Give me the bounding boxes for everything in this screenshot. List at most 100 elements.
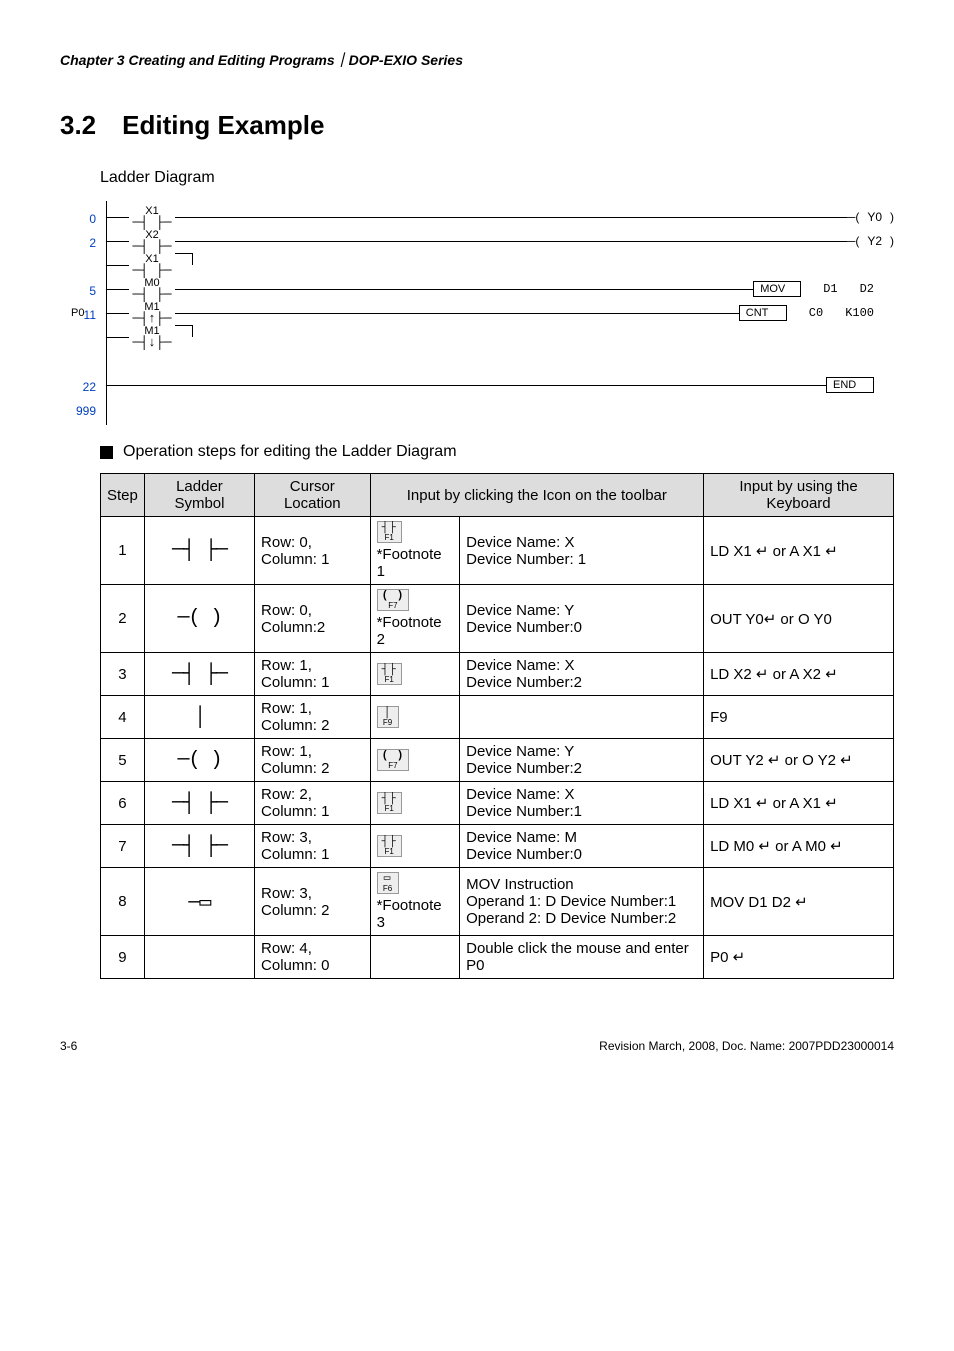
cell-cursor: Row: 1, Column: 1 [255, 653, 371, 696]
cell-symbol: ─┤ ├─ [144, 782, 254, 825]
ladder-line-num [60, 327, 106, 351]
toolbar-icon[interactable]: ┤├F1 [377, 835, 402, 857]
toolbar-icon[interactable]: │F9 [377, 706, 399, 728]
cell-icon: │F9 [370, 696, 460, 739]
cell-keyboard: F9 [704, 696, 894, 739]
instr-arg: D2 [860, 282, 874, 296]
table-row: 6─┤ ├─Row: 2, Column: 1┤├F1Device Name: … [101, 782, 894, 825]
cell-keyboard: MOV D1 D2 ↵ [704, 868, 894, 936]
table-row: 7─┤ ├─Row: 3, Column: 1 ┤├F1 Device Name: … [101, 825, 894, 868]
ladder-line-num: 22 [60, 375, 106, 399]
cell-keyboard: OUT Y0↵ or O Y0 [704, 585, 894, 653]
cell-icon: ┤├F1 [370, 782, 460, 825]
instruction-box-mov: MOV D1 D2 [753, 281, 874, 297]
footer-doc: Revision March, 2008, Doc. Name: 2007PDD… [599, 1039, 894, 1053]
cell-keyboard: LD X1 ↵ or A X1 ↵ [704, 782, 894, 825]
cell-cursor: Row: 0, Column: 1 [255, 517, 371, 585]
cell-step: 4 [101, 696, 145, 739]
ladder-rungs: X1─┤ ├─ ─(Y0) X2─┤ ├─ ─(Y2) X1─┤ ├─ M0─┤… [106, 201, 894, 425]
cell-step: 3 [101, 653, 145, 696]
toolbar-icon[interactable]: ┤├F1 [377, 521, 402, 543]
no-contact-icon: ─┤ ├─ [132, 217, 171, 229]
cell-icon: ( )F7 [370, 739, 460, 782]
ladder-line-num: 5 [60, 279, 106, 303]
cell-cursor: Row: 2, Column: 1 [255, 782, 371, 825]
cell-detail: Device Name: Y Device Number:2 [460, 739, 704, 782]
table-row: 3─┤ ├─Row: 1, Column: 1 ┤├F1 Device Name: … [101, 653, 894, 696]
cell-cursor: Row: 1, Column: 2 [255, 696, 371, 739]
instr-arg: K100 [845, 306, 874, 320]
cell-step: 7 [101, 825, 145, 868]
cell-icon: ┤├F1 [370, 653, 460, 696]
cell-cursor: Row: 4, Column: 0 [255, 936, 371, 979]
page-footer: 3-6 Revision March, 2008, Doc. Name: 200… [60, 1039, 894, 1053]
cell-cursor: Row: 1, Column: 2 [255, 739, 371, 782]
cell-icon: ┤├F1*Footnote 1 [370, 517, 460, 585]
table-row: 9Row: 4, Column: 0Double click the mouse… [101, 936, 894, 979]
cell-detail: Device Name: Y Device Number:0 [460, 585, 704, 653]
ladder-line-num [60, 351, 106, 375]
ladder-line-num: 999 [60, 399, 106, 423]
col-cursor: Cursor Location [255, 474, 371, 517]
cell-icon: ( )F7*Footnote 2 [370, 585, 460, 653]
cell-icon: ▭F6*Footnote 3 [370, 868, 460, 936]
instr-op: CNT [739, 305, 787, 321]
cell-symbol: ─┤ ├─ [144, 517, 254, 585]
steps-table: Step Ladder Symbol Cursor Location Input… [100, 473, 894, 979]
col-step: Step [101, 474, 145, 517]
cell-detail: Double click the mouse and enter P0 [460, 936, 704, 979]
section-title: 3.2 Editing Example [60, 110, 894, 141]
falling-edge-icon: ─┤↓├─ [132, 337, 171, 349]
cell-cursor: Row: 3, Column: 1 [255, 825, 371, 868]
bullet-text: Operation steps for editing the Ladder D… [123, 443, 457, 461]
cell-keyboard: LD X1 ↵ or A X1 ↵ [704, 517, 894, 585]
cell-icon [370, 936, 460, 979]
table-row: 2─( )Row: 0, Column:2( )F7*Footnote 2Dev… [101, 585, 894, 653]
cell-step: 5 [101, 739, 145, 782]
cell-symbol: ─┤ ├─ [144, 653, 254, 696]
no-contact-icon: ─┤ ├─ [132, 241, 171, 253]
instruction-box-cnt: CNT C0 K100 [739, 305, 874, 321]
col-symbol: Ladder Symbol [144, 474, 254, 517]
square-bullet-icon [100, 446, 113, 459]
cell-keyboard: OUT Y2 ↵ or O Y2 ↵ [704, 739, 894, 782]
section-number: 3.2 [60, 110, 96, 141]
cell-keyboard: LD M0 ↵ or A M0 ↵ [704, 825, 894, 868]
ladder-line-num: 2 [60, 231, 106, 255]
toolbar-icon[interactable]: ┤├F1 [377, 663, 402, 685]
subhead-ladder-diagram: Ladder Diagram [100, 169, 894, 187]
coil-label: Y2 [867, 234, 882, 248]
p-label: P0 [71, 307, 84, 319]
toolbar-icon[interactable]: ( )F7 [377, 749, 410, 771]
cell-symbol: ─( ) [144, 585, 254, 653]
toolbar-icon[interactable]: ▭F6 [377, 872, 399, 894]
cell-cursor: Row: 0, Column:2 [255, 585, 371, 653]
instr-end: END [826, 377, 874, 393]
coil-label: Y0 [867, 210, 882, 224]
ladder-line-num [60, 255, 106, 279]
cell-keyboard: LD X2 ↵ or A X2 ↵ [704, 653, 894, 696]
cell-detail [460, 696, 704, 739]
footer-page: 3-6 [60, 1039, 77, 1053]
cell-detail: Device Name: X Device Number: 1 [460, 517, 704, 585]
col-keyboard: Input by using the Keyboard [704, 474, 894, 517]
breadcrumb: Chapter 3 Creating and Editing Programs｜… [60, 50, 894, 70]
table-row: 8─▭Row: 3, Column: 2▭F6*Footnote 3MOV In… [101, 868, 894, 936]
cell-detail: Device Name: M Device Number:0 [460, 825, 704, 868]
cell-icon: ┤├F1 [370, 825, 460, 868]
bullet-heading: Operation steps for editing the Ladder D… [100, 443, 894, 461]
instr-arg: C0 [809, 306, 823, 320]
table-row: 5─( )Row: 1, Column: 2( )F7Device Name: … [101, 739, 894, 782]
cell-step: 1 [101, 517, 145, 585]
cell-keyboard: P0 ↵ [704, 936, 894, 979]
table-row: 1─┤ ├─Row: 0, Column: 1┤├F1*Footnote 1De… [101, 517, 894, 585]
ladder-diagram-figure: 0 2 5 11 22 999 X1─┤ ├─ ─(Y0) X2─┤ ├─ ─(… [60, 201, 894, 425]
cell-step: 2 [101, 585, 145, 653]
instr-arg: D1 [823, 282, 837, 296]
toolbar-icon[interactable]: ( )F7 [377, 589, 410, 611]
table-row: 4│Row: 1, Column: 2 │F9 F9 [101, 696, 894, 739]
cell-symbol: │ [144, 696, 254, 739]
cell-symbol: ─┤ ├─ [144, 825, 254, 868]
toolbar-icon[interactable]: ┤├F1 [377, 792, 402, 814]
cell-detail: Device Name: X Device Number:2 [460, 653, 704, 696]
